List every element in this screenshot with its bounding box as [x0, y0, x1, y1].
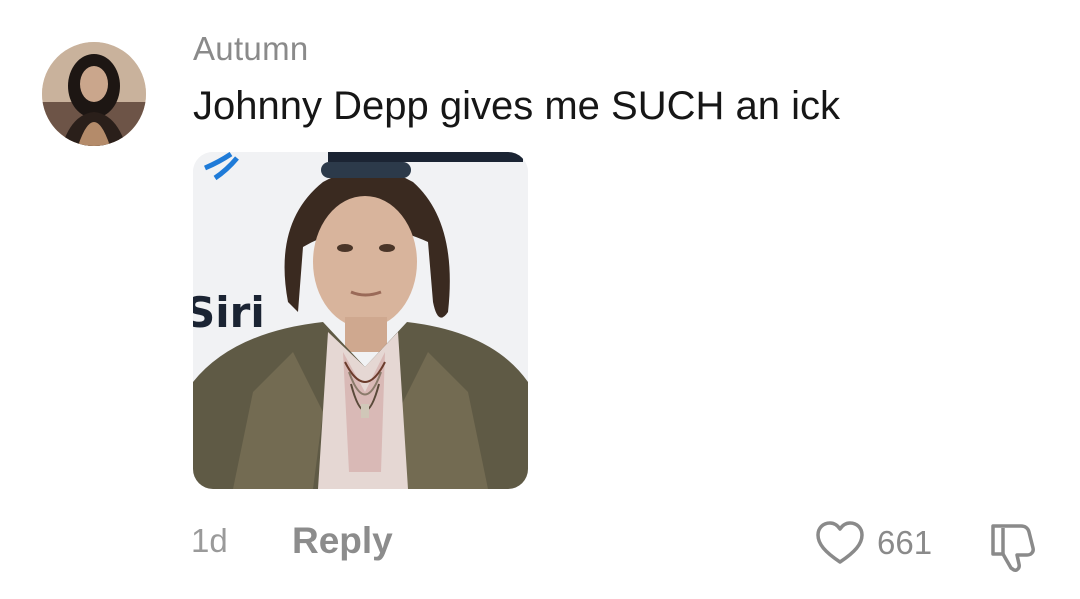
- comment-text: Johnny Depp gives me SUCH an ick: [193, 84, 840, 128]
- thumbs-down-icon: [991, 524, 1035, 572]
- like-button[interactable]: 661: [815, 518, 932, 568]
- comment-attached-photo[interactable]: sirius Siri: [193, 152, 528, 489]
- photo-image: sirius Siri: [193, 152, 528, 489]
- photo-backdrop-siri-text: Siri: [193, 288, 265, 337]
- like-count: 661: [877, 524, 933, 561]
- comment-actions-row: 1d Reply 661: [0, 518, 1080, 572]
- dislike-button[interactable]: [985, 518, 1041, 574]
- comment-username[interactable]: Autumn: [193, 30, 309, 68]
- comment-timestamp: 1d: [191, 522, 228, 559]
- user-avatar[interactable]: [42, 42, 146, 146]
- avatar-photo-icon: [42, 42, 146, 146]
- reply-button[interactable]: Reply: [292, 520, 393, 562]
- heart-icon: [816, 521, 864, 564]
